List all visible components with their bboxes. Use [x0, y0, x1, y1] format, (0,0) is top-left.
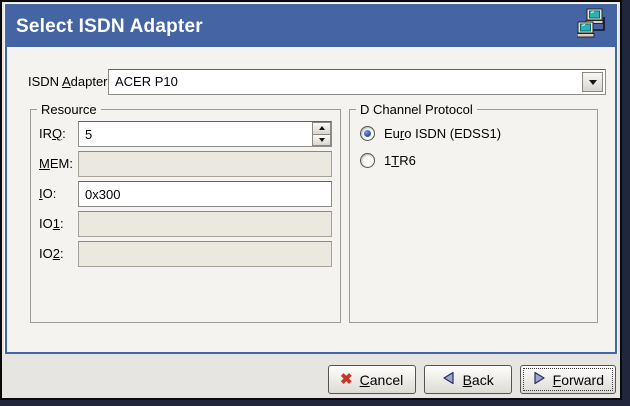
d-channel-protocol-group: D Channel Protocol Euro ISDN (EDSS1) 1TR…	[349, 109, 598, 323]
irq-row: IRQ:	[31, 121, 340, 147]
io2-input	[79, 242, 331, 266]
resource-group-title: Resource	[37, 102, 101, 117]
mem-input	[79, 152, 331, 176]
back-button[interactable]: Back	[424, 365, 512, 394]
chevron-down-icon	[589, 80, 597, 85]
irq-input[interactable]	[79, 122, 312, 146]
io1-field	[78, 211, 332, 237]
cancel-button[interactable]: ✖ Cancel	[328, 365, 416, 394]
irq-spinner	[312, 122, 331, 146]
combobox-value: ACER P10	[109, 70, 580, 94]
radio-option-1tr6[interactable]: 1TR6	[360, 151, 416, 169]
radio-button-icon[interactable]	[360, 153, 375, 168]
io1-input	[79, 212, 331, 236]
button-bar: ✖ Cancel Back Forward	[3, 354, 619, 397]
io-input[interactable]	[79, 182, 331, 206]
mem-field	[78, 151, 332, 177]
chevron-up-icon	[319, 126, 325, 130]
red-x-icon: ✖	[340, 372, 353, 387]
io2-label: IO2:	[39, 241, 64, 267]
window-title: Select ISDN Adapter	[16, 16, 577, 38]
io1-label: IO1:	[39, 211, 64, 237]
forward-button-label: Forward	[553, 372, 604, 388]
io-row: IO:	[31, 181, 340, 207]
radio-euro-isdn-label: Euro ISDN (EDSS1)	[384, 126, 501, 141]
io1-row: IO1:	[31, 211, 340, 237]
isdn-adapters-combobox[interactable]: ACER P10	[108, 69, 606, 95]
radio-option-euro-isdn[interactable]: Euro ISDN (EDSS1)	[360, 124, 501, 142]
forward-button[interactable]: Forward	[520, 365, 616, 394]
irq-label: IRQ:	[39, 121, 66, 147]
radio-1tr6-label: 1TR6	[384, 153, 416, 168]
dialog-frame: Select ISDN Adapter	[5, 4, 617, 354]
io-label: IO:	[39, 181, 56, 207]
arrow-left-icon	[442, 371, 456, 388]
chevron-down-icon	[319, 138, 325, 142]
irq-spinbox[interactable]	[78, 121, 332, 147]
combobox-dropdown-button[interactable]	[582, 72, 603, 92]
io2-row: IO2:	[31, 241, 340, 267]
isdn-adapters-label: ISDN Adapters:	[28, 69, 118, 95]
spin-up-button[interactable]	[312, 122, 331, 135]
mem-label: MEM:	[39, 151, 73, 177]
io-field[interactable]	[78, 181, 332, 207]
resource-group: Resource IRQ:	[30, 109, 341, 323]
dialog-window: Select ISDN Adapter	[0, 0, 622, 400]
arrow-right-icon	[532, 371, 546, 388]
network-computers-icon	[577, 8, 607, 46]
io2-field	[78, 241, 332, 267]
mem-row: MEM:	[31, 151, 340, 177]
dialog-content: ISDN Adapters: ACER P10 Resource IRQ:	[7, 47, 615, 352]
radio-button-icon[interactable]	[360, 126, 375, 141]
screen: Select ISDN Adapter	[0, 0, 630, 406]
adapter-row: ISDN Adapters: ACER P10	[7, 69, 615, 95]
titlebar: Select ISDN Adapter	[7, 6, 615, 47]
d-channel-protocol-group-title: D Channel Protocol	[356, 102, 477, 117]
back-button-label: Back	[463, 372, 494, 388]
cancel-button-label: Cancel	[360, 372, 404, 388]
spin-down-button[interactable]	[312, 135, 331, 147]
